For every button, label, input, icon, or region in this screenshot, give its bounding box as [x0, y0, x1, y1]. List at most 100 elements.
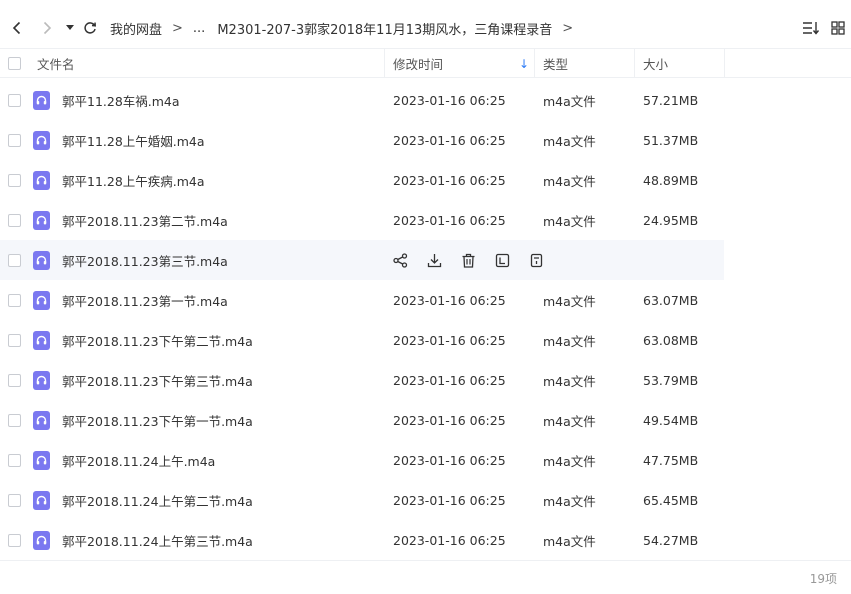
file-row[interactable]: 郭平2018.11.23第一节.m4a 2023-01-16 06:25 m4a… — [0, 280, 851, 320]
file-modified: 2023-01-16 06:25 — [393, 492, 506, 508]
share-icon — [393, 252, 408, 268]
row-checkbox[interactable] — [8, 200, 21, 240]
file-type: m4a文件 — [543, 93, 596, 109]
audio-file-icon — [33, 370, 50, 390]
headphones-icon — [36, 175, 47, 185]
checkbox-box — [8, 213, 21, 227]
file-size: 65.45MB — [643, 492, 699, 508]
chevron-left-icon — [12, 21, 21, 35]
file-modified: 2023-01-16 06:25 — [393, 532, 506, 548]
audio-file-icon-wrap — [33, 200, 50, 240]
file-name[interactable]: 郭平2018.11.23下午第三节.m4a — [62, 360, 253, 400]
file-row[interactable]: 郭平2018.11.24上午.m4a 2023-01-16 06:25 m4a文… — [0, 440, 851, 480]
headphones-icon — [36, 95, 47, 105]
checkbox-box — [8, 413, 21, 427]
breadcrumb-separator: > — [562, 20, 574, 36]
file-name[interactable]: 郭平2018.11.23下午第二节.m4a — [62, 320, 253, 360]
file-size: 63.08MB — [643, 332, 699, 348]
row-checkbox[interactable] — [8, 360, 21, 400]
row-checkbox[interactable] — [8, 120, 21, 160]
row-checkbox[interactable] — [8, 80, 21, 120]
file-modified: 2023-01-16 06:25 — [393, 292, 506, 308]
audio-file-icon-wrap — [33, 440, 50, 480]
file-row[interactable]: 郭平11.28车祸.m4a 2023-01-16 06:25 m4a文件 57.… — [0, 80, 851, 120]
file-size: 49.54MB — [643, 412, 699, 428]
column-header-size[interactable]: 大小 — [643, 49, 668, 78]
row-checkbox[interactable] — [8, 160, 21, 200]
share-button[interactable] — [392, 252, 409, 269]
file-name[interactable]: 郭平2018.11.23第一节.m4a — [62, 280, 228, 320]
file-row[interactable]: 郭平2018.11.23下午第一节.m4a 2023-01-16 06:25 m… — [0, 400, 851, 440]
grid-view-icon — [831, 21, 845, 35]
row-checkbox[interactable] — [8, 480, 21, 520]
checkbox-box — [8, 333, 21, 347]
file-size: 47.75MB — [643, 452, 699, 468]
audio-file-icon — [33, 490, 50, 510]
audio-file-icon — [33, 130, 50, 150]
file-row[interactable]: 郭平2018.11.24上午第三节.m4a 2023-01-16 06:25 m… — [0, 520, 851, 560]
navigation-toolbar: 我的网盘 > ... M2301-207-3郭家2018年11月13期风水，三角… — [0, 8, 851, 48]
column-header-modified[interactable]: 修改时间 ↓ — [393, 49, 529, 78]
rename-button[interactable] — [494, 252, 511, 269]
history-dropdown-button[interactable] — [62, 8, 78, 48]
file-row[interactable]: 郭平2018.11.24上午第二节.m4a 2023-01-16 06:25 m… — [0, 480, 851, 520]
file-type: m4a文件 — [543, 213, 596, 229]
grid-view-button[interactable] — [828, 8, 848, 48]
file-name[interactable]: 郭平2018.11.24上午第二节.m4a — [62, 480, 253, 520]
file-row[interactable]: 郭平2018.11.23下午第二节.m4a 2023-01-16 06:25 m… — [0, 320, 851, 360]
audio-file-icon — [33, 90, 50, 110]
sort-button[interactable] — [800, 8, 822, 48]
row-checkbox[interactable] — [8, 440, 21, 480]
delete-button[interactable] — [460, 252, 477, 269]
file-name[interactable]: 郭平11.28上午疾病.m4a — [62, 160, 205, 200]
headphones-icon — [36, 215, 47, 225]
file-name[interactable]: 郭平11.28上午婚姻.m4a — [62, 120, 205, 160]
row-checkbox[interactable] — [8, 240, 21, 280]
back-button[interactable] — [6, 8, 28, 48]
file-size: 57.21MB — [643, 92, 699, 108]
item-count: 19项 — [809, 572, 837, 586]
breadcrumb-root[interactable]: 我的网盘 — [110, 19, 162, 38]
checkbox-box — [8, 533, 21, 547]
file-type: m4a文件 — [543, 333, 596, 349]
row-checkbox[interactable] — [8, 400, 21, 440]
file-name[interactable]: 郭平2018.11.24上午.m4a — [62, 440, 215, 480]
column-header-modified-label: 修改时间 — [393, 57, 444, 72]
audio-file-icon-wrap — [33, 80, 50, 120]
row-checkbox[interactable] — [8, 320, 21, 360]
breadcrumb-ellipsis[interactable]: ... — [193, 21, 205, 36]
file-type: m4a文件 — [543, 293, 596, 309]
audio-file-icon-wrap — [33, 480, 50, 520]
audio-file-icon-wrap — [33, 400, 50, 440]
file-row[interactable]: 郭平2018.11.23第二节.m4a 2023-01-16 06:25 m4a… — [0, 200, 851, 240]
audio-file-icon — [33, 410, 50, 430]
file-size: 63.07MB — [643, 292, 699, 308]
file-name[interactable]: 郭平2018.11.23第三节.m4a — [62, 240, 228, 280]
file-row[interactable]: 郭平2018.11.23第三节.m4a — [0, 240, 724, 280]
select-all-checkbox[interactable] — [8, 49, 21, 78]
file-name[interactable]: 郭平2018.11.24上午第三节.m4a — [62, 520, 253, 560]
column-header-type[interactable]: 类型 — [543, 49, 568, 78]
file-size: 48.89MB — [643, 172, 699, 188]
file-modified: 2023-01-16 06:25 — [393, 172, 506, 188]
row-checkbox[interactable] — [8, 280, 21, 320]
row-checkbox[interactable] — [8, 520, 21, 560]
file-name[interactable]: 郭平2018.11.23第二节.m4a — [62, 200, 228, 240]
file-name[interactable]: 郭平11.28车祸.m4a — [62, 80, 180, 120]
forward-button[interactable] — [36, 8, 58, 48]
refresh-button[interactable] — [80, 8, 100, 48]
checkbox-box — [8, 57, 21, 70]
more-button[interactable] — [528, 252, 545, 269]
delete-icon — [462, 253, 475, 268]
download-icon — [427, 253, 442, 267]
column-header-name[interactable]: 文件名 — [37, 49, 75, 78]
file-row[interactable]: 郭平11.28上午疾病.m4a 2023-01-16 06:25 m4a文件 4… — [0, 160, 851, 200]
headphones-icon — [36, 415, 47, 425]
download-button[interactable] — [426, 252, 443, 269]
audio-file-icon — [33, 290, 50, 310]
file-name[interactable]: 郭平2018.11.23下午第一节.m4a — [62, 400, 253, 440]
file-type: m4a文件 — [543, 453, 596, 469]
file-row[interactable]: 郭平2018.11.23下午第三节.m4a 2023-01-16 06:25 m… — [0, 360, 851, 400]
file-row[interactable]: 郭平11.28上午婚姻.m4a 2023-01-16 06:25 m4a文件 5… — [0, 120, 851, 160]
file-size: 24.95MB — [643, 212, 699, 228]
